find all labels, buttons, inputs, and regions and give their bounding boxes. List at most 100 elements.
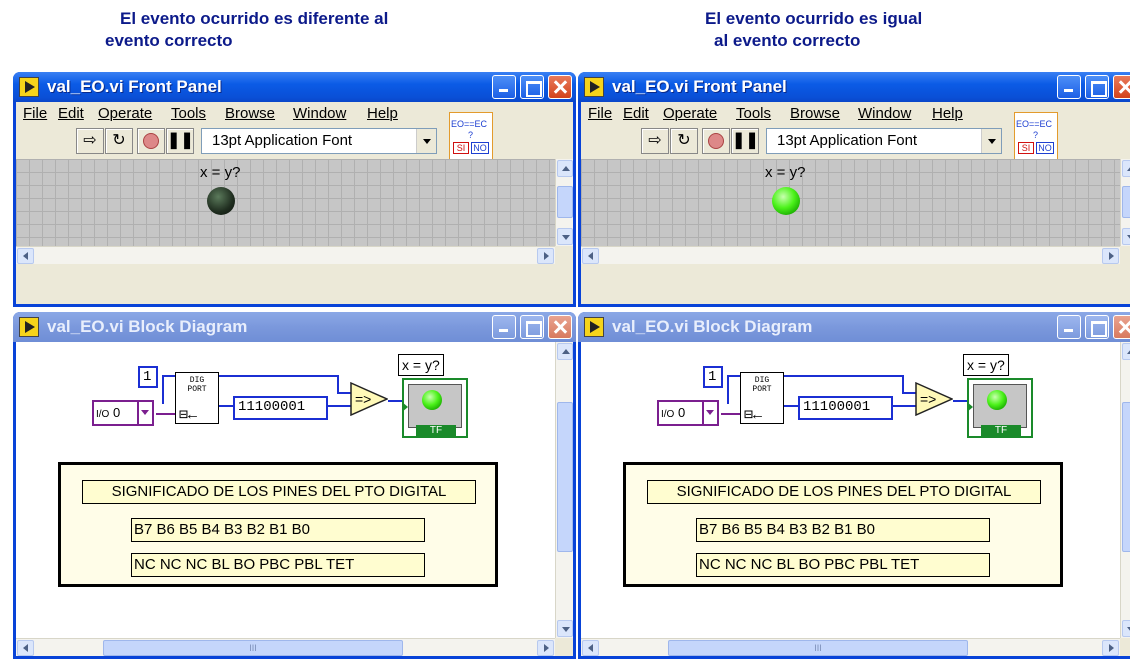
vertical-scrollbar[interactable] (555, 159, 573, 246)
close-button[interactable] (548, 75, 572, 99)
title-bar[interactable]: val_EO.vi Front Panel (13, 72, 576, 102)
scroll-down-icon[interactable] (557, 620, 573, 637)
resize-grip[interactable] (1120, 638, 1130, 656)
pause-button[interactable]: ❚❚ (731, 128, 759, 154)
scroll-up-icon[interactable] (1122, 160, 1130, 177)
horizontal-scrollbar[interactable]: III (16, 638, 555, 656)
vertical-scrollbar[interactable] (1120, 342, 1130, 638)
scroll-right-icon[interactable] (1102, 640, 1119, 656)
led-indicator-off[interactable] (207, 187, 235, 215)
menu-file[interactable]: File (23, 105, 47, 122)
minimize-button[interactable] (1057, 315, 1081, 339)
dig-port-node[interactable]: DIG PORT ⊟← (740, 372, 784, 424)
chevron-down-icon[interactable] (416, 129, 436, 153)
equal-function-node[interactable]: => (350, 382, 388, 416)
run-arrow-icon[interactable]: ⇨ (76, 128, 104, 154)
scroll-left-icon[interactable] (582, 248, 599, 264)
equal-function-node[interactable]: => (915, 382, 953, 416)
chevron-down-icon[interactable] (981, 129, 1001, 153)
font-select[interactable]: 13pt Application Font (201, 128, 437, 154)
window-title: val_EO.vi Block Diagram (47, 317, 248, 336)
close-button[interactable] (548, 315, 572, 339)
io-ring-constant[interactable]: I/O 0 (92, 400, 154, 426)
scroll-thumb[interactable] (557, 402, 573, 552)
io-ring-constant[interactable]: I/O 0 (657, 400, 719, 426)
resize-grip[interactable] (555, 638, 573, 656)
title-bar[interactable]: val_EO.vi Block Diagram (13, 312, 576, 342)
resize-grip[interactable] (555, 246, 573, 264)
caption-right-line2: al evento correcto (714, 31, 861, 50)
menu-operate[interactable]: Operate (98, 105, 152, 122)
menu-help[interactable]: Help (932, 105, 963, 122)
resize-grip[interactable] (1120, 246, 1130, 264)
scroll-right-icon[interactable] (537, 248, 554, 264)
run-continuously-icon[interactable]: ↻ (105, 128, 133, 154)
menu-window[interactable]: Window (293, 105, 346, 122)
scroll-right-icon[interactable] (537, 640, 554, 656)
menu-edit[interactable]: Edit (623, 105, 649, 122)
chevron-down-icon[interactable] (137, 402, 152, 424)
caption-left-line1: El evento ocurrido es diferente al (120, 9, 389, 28)
scroll-down-icon[interactable] (1122, 620, 1130, 637)
minimize-button[interactable] (492, 75, 516, 99)
menu-window[interactable]: Window (858, 105, 911, 122)
scroll-up-icon[interactable] (557, 343, 573, 360)
title-bar[interactable]: val_EO.vi Front Panel (578, 72, 1130, 102)
menu-edit[interactable]: Edit (58, 105, 84, 122)
maximize-button[interactable] (1085, 315, 1109, 339)
abort-button[interactable] (702, 128, 730, 154)
scroll-down-icon[interactable] (1122, 228, 1130, 245)
connector-pane-icon: EO==EC ? SI NO (449, 112, 493, 164)
maximize-button[interactable] (520, 315, 544, 339)
menu-help[interactable]: Help (367, 105, 398, 122)
close-button[interactable] (1113, 75, 1130, 99)
maximize-button[interactable] (1085, 75, 1109, 99)
menu-operate[interactable]: Operate (663, 105, 717, 122)
boolean-indicator-terminal[interactable]: TF (402, 378, 468, 438)
minimize-button[interactable] (1057, 75, 1081, 99)
terminal-arrow (402, 402, 408, 412)
pause-button[interactable]: ❚❚ (166, 128, 194, 154)
horizontal-scrollbar[interactable]: III (581, 638, 1120, 656)
dig-port-node[interactable]: DIG PORT ⊟← (175, 372, 219, 424)
minimize-button[interactable] (492, 315, 516, 339)
block-diagram-canvas: 1 I/O 0 DIG PORT ⊟← 11100001 => x = y? T… (16, 342, 555, 638)
scroll-left-icon[interactable] (17, 248, 34, 264)
binary-constant[interactable]: 11100001 (233, 396, 328, 420)
abort-button[interactable] (137, 128, 165, 154)
chevron-down-icon[interactable] (702, 402, 717, 424)
scroll-left-icon[interactable] (17, 640, 34, 656)
title-bar[interactable]: val_EO.vi Block Diagram (578, 312, 1130, 342)
font-select[interactable]: 13pt Application Font (766, 128, 1002, 154)
boolean-indicator-terminal[interactable]: TF (967, 378, 1033, 438)
menu-browse[interactable]: Browse (225, 105, 275, 122)
run-arrow-icon[interactable]: ⇨ (641, 128, 669, 154)
block-diagram-canvas: 1 I/O 0 DIG PORT ⊟← 11100001 => x = y? T… (581, 342, 1120, 638)
close-button[interactable] (1113, 315, 1130, 339)
menu-file[interactable]: File (588, 105, 612, 122)
scroll-thumb[interactable]: III (668, 640, 968, 656)
scroll-thumb[interactable] (1122, 402, 1130, 552)
constant-1[interactable]: 1 (703, 366, 723, 388)
scroll-right-icon[interactable] (1102, 248, 1119, 264)
horizontal-scrollbar[interactable] (581, 246, 1120, 264)
menu-browse[interactable]: Browse (790, 105, 840, 122)
led-indicator-on[interactable] (772, 187, 800, 215)
scroll-thumb[interactable] (557, 186, 573, 218)
constant-1[interactable]: 1 (138, 366, 158, 388)
run-continuously-icon[interactable]: ↻ (670, 128, 698, 154)
thumb-grip: III (249, 643, 257, 653)
scroll-thumb[interactable] (1122, 186, 1130, 218)
scroll-down-icon[interactable] (557, 228, 573, 245)
vertical-scrollbar[interactable] (555, 342, 573, 638)
menu-tools[interactable]: Tools (736, 105, 771, 122)
menu-tools[interactable]: Tools (171, 105, 206, 122)
scroll-up-icon[interactable] (557, 160, 573, 177)
vertical-scrollbar[interactable] (1120, 159, 1130, 246)
maximize-button[interactable] (520, 75, 544, 99)
scroll-thumb[interactable]: III (103, 640, 403, 656)
horizontal-scrollbar[interactable] (16, 246, 555, 264)
binary-constant[interactable]: 11100001 (798, 396, 893, 420)
scroll-left-icon[interactable] (582, 640, 599, 656)
scroll-up-icon[interactable] (1122, 343, 1130, 360)
